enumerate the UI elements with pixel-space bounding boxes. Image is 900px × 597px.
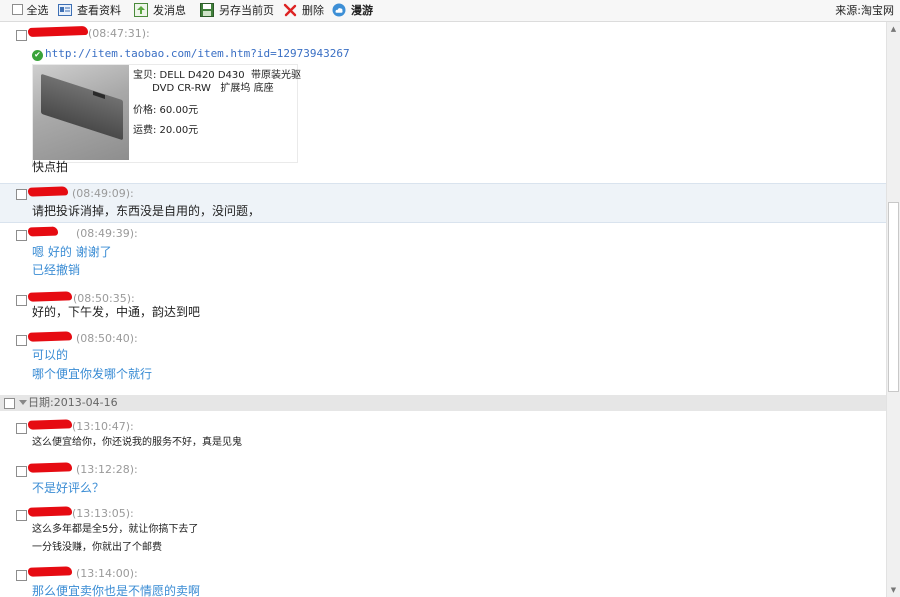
message-time: (08:49:09): xyxy=(72,187,134,200)
save-page-label: 另存当前页 xyxy=(219,4,274,17)
redacted-sender-name xyxy=(27,186,69,197)
message-item: (13:12:28): 不是好评么？ xyxy=(0,462,886,500)
scroll-down-button[interactable]: ▼ xyxy=(887,583,900,597)
save-disk-icon xyxy=(200,3,214,17)
message-text: 可以的 xyxy=(32,348,69,362)
chat-history: (08:47:31): ✔ http://item.taobao.com/item… xyxy=(0,22,886,597)
message-checkbox[interactable] xyxy=(16,423,27,434)
message-item: (13:14:00): 那么便宜卖你也是不情愿的卖啊 xyxy=(0,566,886,597)
message-checkbox[interactable] xyxy=(16,570,27,581)
send-message-icon xyxy=(134,3,148,17)
profile-card-icon xyxy=(58,3,72,17)
message-checkbox[interactable] xyxy=(16,30,27,41)
message-text: 嗯 好的 谢谢了 xyxy=(32,245,112,259)
product-link[interactable]: ✔ http://item.taobao.com/item.htm?id=1297… xyxy=(32,47,350,61)
message-time: (08:49:39): xyxy=(76,227,138,240)
product-link-text[interactable]: http://item.taobao.com/item.htm?id=12973… xyxy=(45,47,350,60)
select-all-label: 全选 xyxy=(26,4,49,17)
message-text: 快点拍 xyxy=(32,160,69,174)
message-item: (08:50:40): 可以的 哪个便宜你发哪个就行 xyxy=(0,331,886,391)
message-text: 这么多年都是全5分，就让你搞下去了 xyxy=(32,524,199,535)
redacted-sender-name xyxy=(27,566,73,577)
save-page-button[interactable]: 另存当前页 xyxy=(200,3,274,19)
message-item: (08:50:35): 好的，下午发，中通，韵达到吧 xyxy=(0,291,886,329)
message-text: 请把投诉消掉，东西没是自用的，没问题， xyxy=(32,204,261,218)
product-title-line2: DVD CR-RW 扩展坞 底座 xyxy=(133,83,274,94)
message-time: (13:12:28): xyxy=(76,463,138,476)
message-text: 一分钱没赚，你就出了个邮费 xyxy=(32,542,162,553)
message-text: 那么便宜卖你也是不情愿的卖啊 xyxy=(32,584,201,597)
send-message-label: 发消息 xyxy=(153,4,186,17)
verified-check-icon: ✔ xyxy=(32,50,43,61)
scroll-thumb[interactable] xyxy=(888,202,899,392)
message-checkbox[interactable] xyxy=(16,335,27,346)
message-item: (08:49:39): 嗯 好的 谢谢了 已经撤销 xyxy=(0,226,886,284)
message-text: 不是好评么？ xyxy=(32,481,105,495)
redacted-sender-name xyxy=(27,462,73,473)
redacted-sender-name xyxy=(27,506,73,517)
delete-x-icon xyxy=(283,3,297,17)
roam-label: 漫游 xyxy=(351,4,373,17)
view-profile-button[interactable]: 查看资料 xyxy=(58,3,121,19)
delete-button[interactable]: 删除 xyxy=(283,3,324,19)
cloud-icon xyxy=(332,3,346,17)
message-checkbox[interactable] xyxy=(16,230,27,241)
source-label: 来源:淘宝网 xyxy=(835,4,894,17)
message-item: (13:13:05): 这么多年都是全5分，就让你搞下去了 一分钱没赚，你就出了… xyxy=(0,506,886,560)
product-title-line1: 宝贝: DELL D420 D430 带原装光驱 xyxy=(133,70,301,81)
message-item: (08:47:31): ✔ http://item.taobao.com/item… xyxy=(0,25,886,184)
redacted-sender-name xyxy=(27,331,73,342)
roam-button[interactable]: 漫游 xyxy=(332,3,373,19)
message-time: (13:13:05): xyxy=(72,507,134,520)
date-text: 日期:2013-04-16 xyxy=(28,396,118,409)
redacted-sender-name xyxy=(27,226,59,237)
collapse-triangle-icon[interactable] xyxy=(19,400,27,405)
product-card[interactable]: 宝贝: DELL D420 D430 带原装光驱 DVD CR-RW 扩展坞 底… xyxy=(32,64,301,163)
message-checkbox[interactable] xyxy=(16,295,27,306)
message-item: (13:10:47): 这么便宜给你，你还说我的服务不好，真是见鬼 xyxy=(0,419,886,453)
toolbar: 全选 查看资料 发消息 另存当前页 删除 漫游 来源:淘宝网 xyxy=(0,0,900,22)
product-shipping: 运费: 20.00元 xyxy=(133,125,199,136)
redacted-sender-name xyxy=(27,419,73,430)
scroll-up-button[interactable]: ▲ xyxy=(887,22,900,36)
product-thumbnail[interactable] xyxy=(33,65,129,160)
product-info: 宝贝: DELL D420 D430 带原装光驱 DVD CR-RW 扩展坞 底… xyxy=(133,69,301,137)
product-price: 价格: 60.00元 xyxy=(133,105,199,116)
date-separator[interactable]: 日期:2013-04-16 xyxy=(0,395,886,411)
message-item-selected: (08:49:09): 请把投诉消掉，东西没是自用的，没问题， xyxy=(0,183,886,223)
message-text: 这么便宜给你，你还说我的服务不好，真是见鬼 xyxy=(32,437,242,448)
message-time: (13:14:00): xyxy=(76,567,138,580)
message-text: 哪个便宜你发哪个就行 xyxy=(32,367,153,381)
message-checkbox[interactable] xyxy=(16,466,27,477)
message-text: 好的，下午发，中通，韵达到吧 xyxy=(32,305,201,319)
redacted-sender-name xyxy=(27,25,89,38)
message-checkbox[interactable] xyxy=(16,510,27,521)
message-time: (13:10:47): xyxy=(72,420,134,433)
checkbox[interactable] xyxy=(12,4,23,15)
redacted-sender-name xyxy=(27,291,73,302)
message-time: (08:47:31): xyxy=(88,27,150,40)
message-checkbox[interactable] xyxy=(16,189,27,200)
select-all-checkbox[interactable]: 全选 xyxy=(12,3,49,19)
send-message-button[interactable]: 发消息 xyxy=(134,3,186,19)
view-profile-label: 查看资料 xyxy=(77,4,121,17)
message-text: 已经撤销 xyxy=(32,263,81,277)
delete-label: 删除 xyxy=(302,4,324,17)
date-checkbox[interactable] xyxy=(4,398,15,409)
message-time: (08:50:40): xyxy=(76,332,138,345)
vertical-scrollbar[interactable]: ▲ ▼ xyxy=(886,22,900,597)
